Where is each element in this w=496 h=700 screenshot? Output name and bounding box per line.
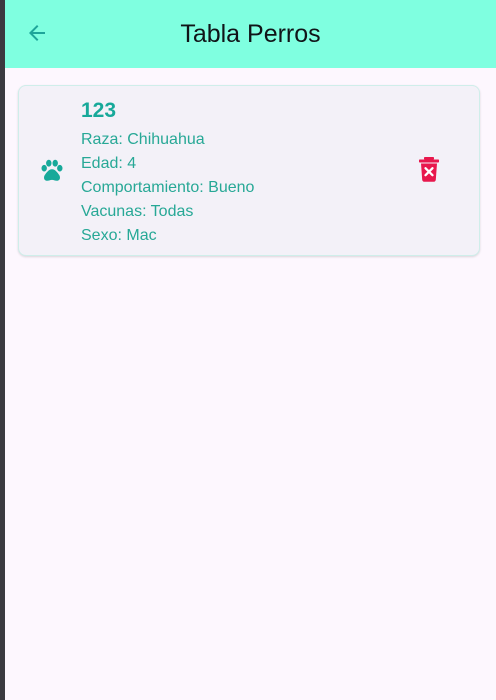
dog-vaccines: Vacunas: Todas — [81, 203, 194, 220]
dog-name: 123 — [81, 99, 117, 122]
dog-list-item[interactable]: 123 Raza: Chihuahua Edad: 4 Comportamien… — [18, 85, 480, 256]
app-bar: Tabla Perros — [5, 0, 496, 68]
dog-behavior: Comportamiento: Bueno — [81, 179, 255, 196]
dog-age: Edad: 4 — [81, 155, 137, 172]
trash-delete-icon — [418, 156, 440, 187]
paw-icon — [39, 158, 65, 184]
dog-sex: Sexo: Mac — [81, 227, 157, 244]
dog-table-screen: Tabla Perros 123 Raza: Chihuahua Edad: 4… — [5, 0, 496, 700]
dog-breed: Raza: Chihuahua — [81, 131, 205, 148]
page-title: Tabla Perros — [180, 20, 321, 48]
delete-dog-button[interactable] — [416, 156, 442, 187]
